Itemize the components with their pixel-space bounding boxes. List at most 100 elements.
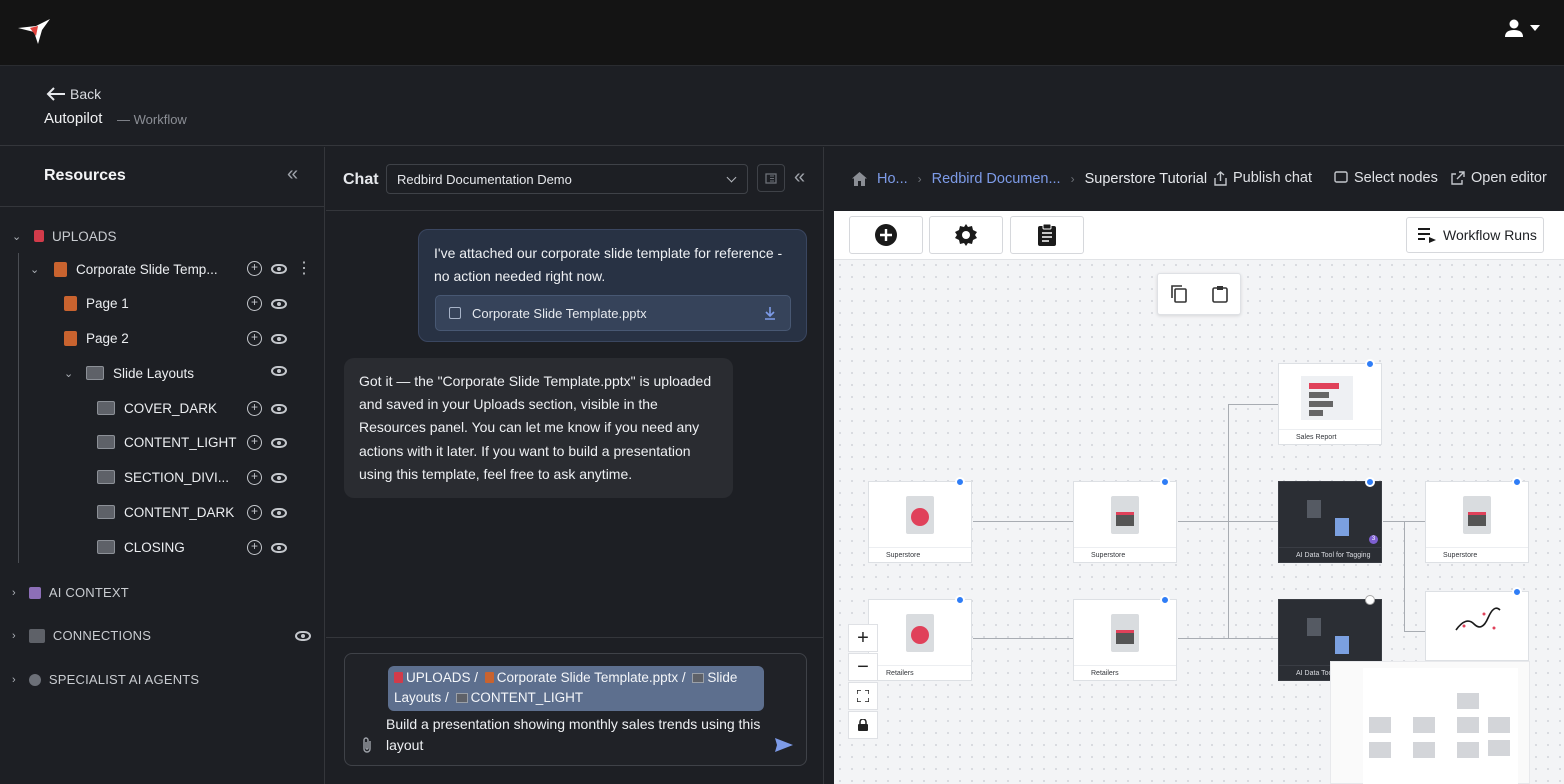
add-to-chat-icon[interactable]: + <box>247 296 262 311</box>
chevron-right-icon[interactable]: › <box>12 674 16 686</box>
publish-chat-button[interactable]: Publish chat <box>1214 170 1312 186</box>
workflow-node-superstore-dataset[interactable]: Superstore <box>1073 477 1177 563</box>
user-menu[interactable] <box>1504 18 1540 38</box>
minimap-node <box>1413 717 1435 733</box>
send-icon[interactable] <box>775 738 793 752</box>
chat-project-select[interactable]: Redbird Documentation Demo <box>386 164 748 194</box>
upload-folder-icon <box>34 230 44 242</box>
workflow-node-sales-report[interactable]: Sales Report <box>1278 359 1382 445</box>
workflow-node-chart[interactable] <box>1425 587 1529 661</box>
fit-view-button[interactable] <box>848 682 878 710</box>
status-check-icon <box>955 595 965 605</box>
paste-icon[interactable] <box>1211 285 1228 303</box>
tree-layout-cover-dark[interactable]: COVER_DARK <box>97 395 217 421</box>
settings-button[interactable] <box>929 216 1003 254</box>
clipboard-icon <box>1038 223 1056 246</box>
tree-layout-content-dark[interactable]: CONTENT_DARK <box>97 499 234 525</box>
upload-icon <box>394 672 403 683</box>
tree-layout-content-light[interactable]: CONTENT_LIGHT <box>97 429 237 455</box>
collapse-chat-icon[interactable]: « <box>794 166 805 189</box>
tree-page-1[interactable]: Page 1 <box>64 290 129 316</box>
eye-icon[interactable] <box>271 472 287 483</box>
add-to-chat-icon[interactable]: + <box>247 261 262 276</box>
connections-label: CONNECTIONS <box>52 628 152 643</box>
add-to-chat-icon[interactable]: + <box>247 470 262 485</box>
tree-layout-section-divider[interactable]: SECTION_DIVI... <box>97 464 229 490</box>
add-to-chat-icon[interactable]: + <box>247 540 262 555</box>
eye-icon[interactable] <box>271 437 287 448</box>
home-icon[interactable] <box>852 172 867 186</box>
workflow-node-superstore-upload[interactable]: Superstore <box>868 477 972 563</box>
add-to-chat-icon[interactable]: + <box>247 331 262 346</box>
breadcrumb-home[interactable]: Ho... <box>877 171 908 187</box>
chevron-down-icon[interactable]: ⌄ <box>30 263 42 276</box>
history-icon <box>765 173 777 184</box>
eye-icon[interactable] <box>271 542 287 553</box>
workflow-node-retailers-upload[interactable]: Retailers <box>868 595 972 681</box>
workflow-canvas[interactable]: Workflow Runs Superstore Superstore Sale… <box>834 211 1564 784</box>
file-label: Corporate Slide Temp... <box>76 261 218 277</box>
add-node-button[interactable] <box>849 216 923 254</box>
chip-file: Corporate Slide Template.pptx / <box>496 670 686 685</box>
add-to-chat-icon[interactable]: + <box>247 401 262 416</box>
workflow-node-superstore-output[interactable]: Superstore <box>1425 477 1529 563</box>
context-chip[interactable]: UPLOADS / Corporate Slide Template.pptx … <box>388 666 764 711</box>
zoom-out-button[interactable]: − <box>848 653 878 681</box>
lock-button[interactable] <box>848 711 878 739</box>
open-editor-button[interactable]: Open editor <box>1451 170 1547 186</box>
layout-folder-icon <box>692 673 705 683</box>
download-icon[interactable] <box>764 307 776 320</box>
paperclip-icon[interactable] <box>361 736 373 758</box>
add-to-chat-icon[interactable]: + <box>247 435 262 450</box>
eye-icon[interactable] <box>271 507 287 518</box>
ai-context-label: AI CONTEXT <box>48 585 129 600</box>
compose-input[interactable]: Build a presentation showing monthly sal… <box>386 714 766 756</box>
chat-composer[interactable]: UPLOADS / Corporate Slide Template.pptx … <box>344 653 807 766</box>
node-badge: 3 <box>1369 535 1378 544</box>
report-chart-icon <box>1301 376 1353 420</box>
chevron-right-icon[interactable]: › <box>12 587 16 599</box>
zoom-in-button[interactable]: + <box>848 624 878 652</box>
tree-file-corporate-slide[interactable]: ⌄ Corporate Slide Temp... <box>30 256 218 282</box>
back-link[interactable]: Back <box>46 86 101 102</box>
file-icon <box>449 307 461 319</box>
chevron-down-icon[interactable]: ⌄ <box>12 230 24 243</box>
tree-specialist-agents[interactable]: › SPECIALIST AI AGENTS <box>12 672 199 687</box>
eye-icon[interactable] <box>295 631 311 641</box>
minimap[interactable] <box>1330 661 1530 784</box>
tree-connections[interactable]: › CONNECTIONS <box>12 628 151 643</box>
clipboard-button[interactable] <box>1010 216 1084 254</box>
canvas-toolbar: Workflow Runs <box>834 211 1564 260</box>
workflow-runs-label: Workflow Runs <box>1443 227 1537 243</box>
user-icon <box>1505 19 1523 37</box>
collapse-resources-icon[interactable]: « <box>287 163 298 186</box>
tree-uploads[interactable]: ⌄ UPLOADS <box>12 223 117 249</box>
copy-icon[interactable] <box>1170 285 1187 303</box>
more-vertical-icon[interactable]: ⋮ <box>296 260 312 276</box>
line-chart-icon <box>1455 607 1501 631</box>
breadcrumb-project[interactable]: Redbird Documen... <box>932 171 1061 187</box>
select-icon <box>1334 171 1348 183</box>
eye-icon[interactable] <box>271 333 287 344</box>
hummingbird-logo-icon[interactable] <box>16 16 52 48</box>
breadcrumb-current: Superstore Tutorial <box>1084 171 1208 187</box>
chevron-down-icon[interactable]: ⌄ <box>64 367 76 380</box>
tree-page-2[interactable]: Page 2 <box>64 325 129 351</box>
tree-ai-context[interactable]: › AI CONTEXT <box>12 585 129 600</box>
select-nodes-button[interactable]: Select nodes <box>1334 170 1438 186</box>
workflow-node-ai-tagging[interactable]: 3 AI Data Tool for Tagging <box>1278 477 1382 563</box>
eye-icon[interactable] <box>271 298 287 309</box>
attachment-chip[interactable]: Corporate Slide Template.pptx <box>435 295 791 331</box>
add-to-chat-icon[interactable]: + <box>247 505 262 520</box>
chevron-right-icon[interactable]: › <box>12 630 16 642</box>
eye-icon[interactable] <box>271 263 287 274</box>
workflow-node-retailers-dataset[interactable]: Retailers <box>1073 595 1177 681</box>
breadcrumb-separator-icon: › <box>1070 172 1075 186</box>
tree-slide-layouts[interactable]: ⌄ Slide Layouts <box>64 360 194 386</box>
chat-history-button[interactable] <box>757 164 785 192</box>
chip-layout: CONTENT_LIGHT <box>470 690 584 705</box>
tree-layout-closing[interactable]: CLOSING <box>97 534 185 560</box>
eye-icon[interactable] <box>271 403 287 414</box>
eye-icon[interactable] <box>271 366 287 376</box>
workflow-runs-button[interactable]: Workflow Runs <box>1406 217 1544 253</box>
